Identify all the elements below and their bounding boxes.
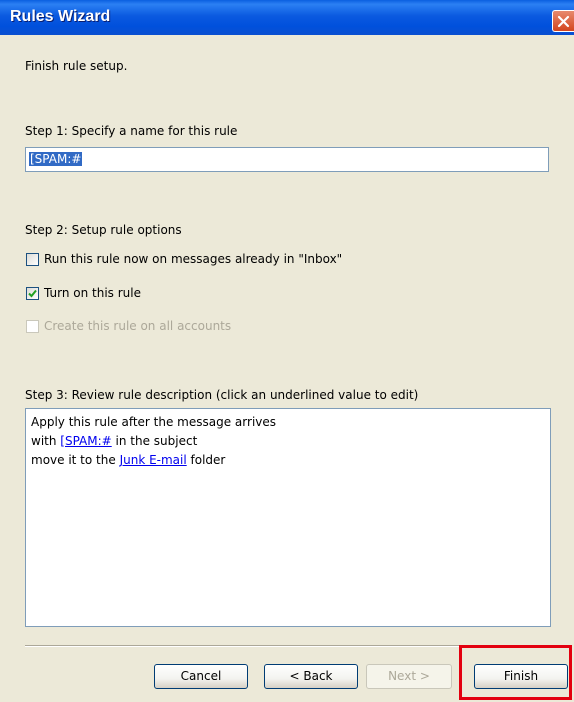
finish-highlight-box (459, 645, 572, 700)
page-heading: Finish rule setup. (25, 59, 128, 73)
turn-on-label: Turn on this rule (44, 286, 141, 300)
run-now-label: Run this rule now on messages already in… (44, 252, 343, 266)
close-icon (557, 15, 570, 28)
turn-on-checkbox[interactable] (26, 286, 39, 300)
option-all-accounts: Create this rule on all accounts (26, 319, 231, 333)
step1-label: Step 1: Specify a name for this rule (25, 124, 238, 138)
subject-value-link[interactable]: [SPAM:# (60, 434, 111, 448)
next-button: Next > (366, 664, 452, 689)
step3-label: Step 3: Review rule description (click a… (25, 388, 419, 402)
window-title: Rules Wizard (10, 8, 111, 25)
rule-description-box: Apply this rule after the message arrive… (25, 408, 551, 627)
description-line: Apply this rule after the message arrive… (31, 415, 277, 429)
back-button[interactable]: < Back (264, 664, 358, 689)
folder-value-link[interactable]: Junk E-mail (120, 453, 187, 467)
title-bar: Rules Wizard (0, 0, 574, 35)
option-turn-on[interactable]: Turn on this rule (26, 286, 141, 300)
description-line: with [SPAM:# in the subject (31, 434, 198, 448)
rule-name-value: [SPAM:# (29, 152, 83, 166)
cancel-button[interactable]: Cancel (154, 664, 248, 689)
step2-label: Step 2: Setup rule options (25, 223, 182, 237)
run-now-checkbox[interactable] (26, 252, 39, 266)
all-accounts-checkbox (26, 319, 39, 333)
checkmark-icon (28, 289, 37, 297)
close-button[interactable] (552, 10, 574, 32)
description-line: move it to the Junk E-mail folder (31, 453, 226, 467)
all-accounts-label: Create this rule on all accounts (44, 319, 232, 333)
option-run-now[interactable]: Run this rule now on messages already in… (26, 252, 342, 266)
rule-name-input[interactable]: [SPAM:# (25, 147, 549, 172)
